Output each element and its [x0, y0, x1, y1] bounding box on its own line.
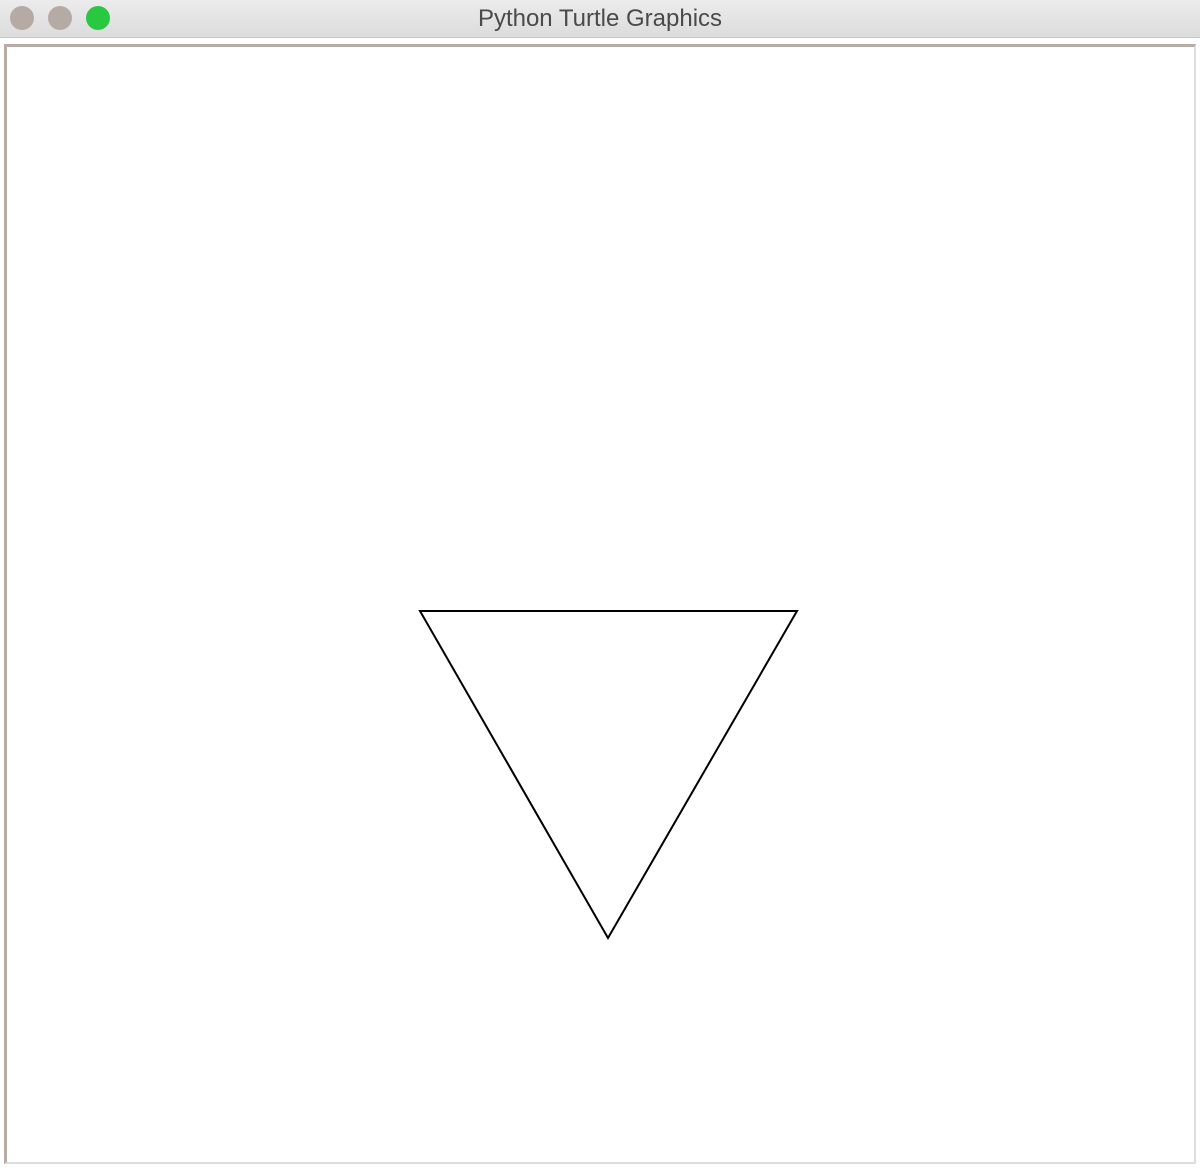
window-title: Python Turtle Graphics: [477, 5, 723, 32]
turtle-canvas-frame[interactable]: [4, 44, 1196, 1164]
triangle-drawing: [418, 610, 799, 941]
turtle-window: Python Turtle Graphics: [0, 0, 1200, 1168]
title-bar[interactable]: Python Turtle Graphics: [0, 0, 1200, 38]
turtle-canvas[interactable]: [7, 47, 1194, 1162]
